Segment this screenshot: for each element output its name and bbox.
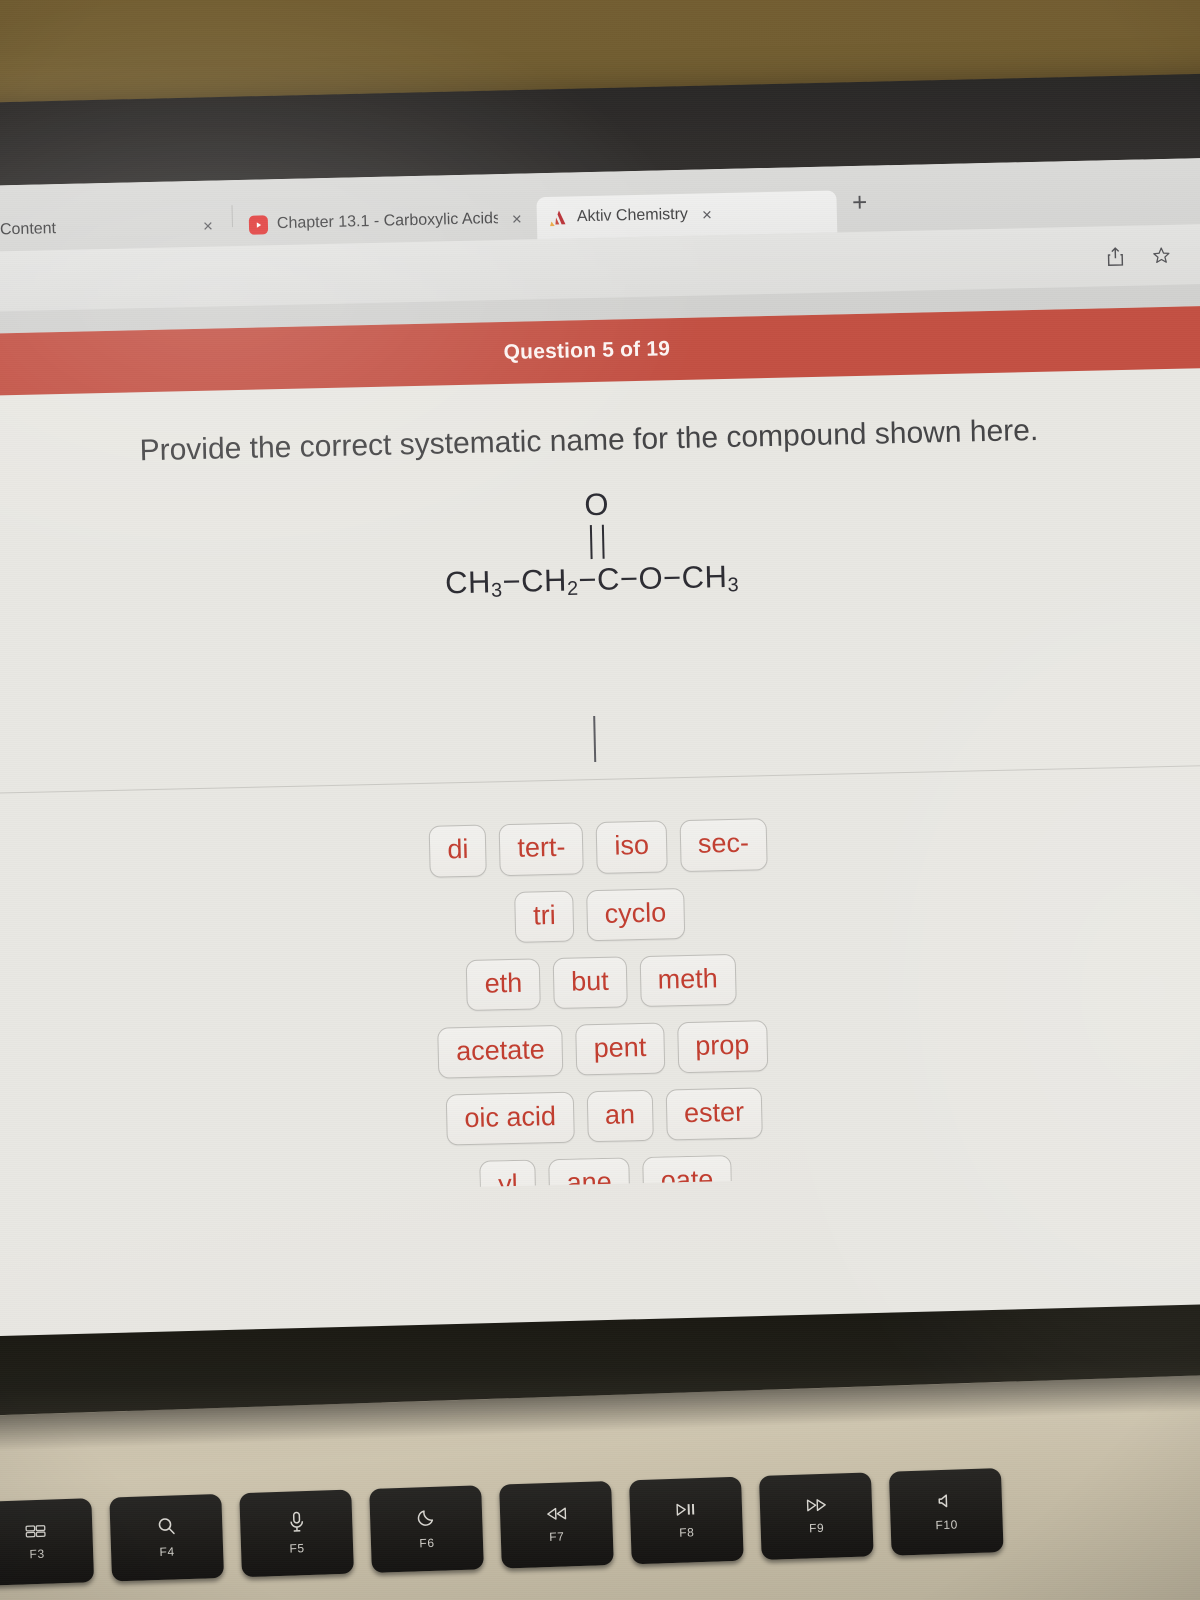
microphone-icon	[288, 1511, 304, 1532]
mute-icon	[937, 1492, 955, 1509]
token-button[interactable]: an	[586, 1089, 654, 1143]
token-button[interactable]: di	[428, 824, 488, 878]
token-bank-row: eth but meth	[466, 953, 737, 1011]
fast-forward-icon	[804, 1497, 827, 1512]
youtube-icon	[248, 214, 269, 235]
token-button[interactable]: oic acid	[445, 1091, 575, 1146]
function-key-row: F3 F4 F5 F6 F7 F8 F9 F10	[0, 1468, 1004, 1586]
function-key-f5[interactable]: F5	[239, 1489, 354, 1578]
function-key-f9[interactable]: F9	[758, 1472, 874, 1560]
tab-close-icon[interactable]: ×	[507, 208, 527, 228]
browser-tab-title: Content	[0, 220, 57, 239]
function-key-f3[interactable]: F3	[0, 1498, 95, 1586]
token-bank-row: tri cyclo	[514, 887, 685, 943]
function-key-f6[interactable]: F6	[369, 1485, 484, 1573]
token-button[interactable]: ester	[665, 1087, 763, 1141]
formula-chain: CH3−CH2−C−O−CH3	[444, 558, 740, 602]
function-key-f8[interactable]: F8	[629, 1476, 744, 1565]
new-tab-button[interactable]: +	[842, 184, 877, 219]
token-button[interactable]: tri	[514, 890, 575, 943]
double-bond-icon	[590, 524, 605, 560]
token-button[interactable]: prop	[676, 1020, 768, 1074]
token-bank-row-clipped: yl ane oate	[479, 1155, 732, 1187]
token-button[interactable]: but	[552, 956, 628, 1009]
tab-divider	[231, 205, 233, 228]
function-key-f4[interactable]: F4	[109, 1493, 225, 1582]
token-button[interactable]: sec-	[679, 818, 768, 872]
function-key-label: F8	[678, 1524, 695, 1540]
browser-chrome: Content × Chapter 13.1 - Carboxylic Acid…	[0, 157, 1200, 335]
bookmark-star-icon[interactable]	[1140, 238, 1181, 273]
function-key-label: F6	[419, 1535, 435, 1551]
token-button[interactable]: tert-	[498, 822, 585, 876]
aktiv-logo-icon	[549, 208, 568, 227]
function-key-label: F5	[289, 1541, 305, 1556]
browser-tab-title: Aktiv Chemistry	[576, 205, 689, 226]
token-bank-row: acetate pent prop	[437, 1020, 768, 1079]
text-caret	[593, 716, 597, 763]
function-key-f7[interactable]: F7	[499, 1480, 614, 1569]
token-bank-row: di tert- iso sec-	[428, 818, 768, 878]
browser-tab-title: Chapter 13.1 - Carboxylic Acids	[276, 210, 499, 233]
play-pause-icon	[675, 1502, 697, 1517]
token-button[interactable]: eth	[466, 958, 541, 1011]
function-key-f10[interactable]: F10	[888, 1468, 1004, 1556]
token-bank: di tert- iso sec- tri cyclo eth but meth…	[0, 766, 1200, 1198]
tab-close-icon[interactable]: ×	[198, 215, 218, 235]
browser-tab-aktiv[interactable]: Aktiv Chemistry ×	[536, 190, 838, 240]
photo-scene: Content × Chapter 13.1 - Carboxylic Acid…	[0, 0, 1200, 1600]
mission-control-icon	[25, 1523, 47, 1538]
quiz-page: Question 5 of 19 Provide the correct sys…	[0, 305, 1200, 1347]
token-button[interactable]: iso	[595, 820, 668, 874]
token-bank-row: oic acid an ester	[445, 1087, 763, 1146]
compound-structure-figure: O CH3−CH2−C−O−CH3	[0, 487, 1200, 615]
token-button[interactable]: pent	[575, 1022, 665, 1076]
browser-tab-chapter[interactable]: Chapter 13.1 - Carboxylic Acids ×	[236, 197, 537, 246]
token-button[interactable]: cyclo	[586, 887, 685, 941]
function-key-label: F4	[159, 1544, 175, 1559]
laptop-screen: Content × Chapter 13.1 - Carboxylic Acid…	[0, 157, 1200, 1347]
share-icon[interactable]	[1095, 239, 1136, 274]
function-key-label: F9	[808, 1520, 825, 1535]
structural-formula: O CH3−CH2−C−O−CH3	[444, 487, 740, 604]
token-button[interactable]: oate	[642, 1155, 732, 1187]
tab-close-icon[interactable]: ×	[697, 204, 717, 224]
function-key-label: F7	[549, 1529, 565, 1544]
token-button[interactable]: ane	[548, 1157, 631, 1187]
oxygen-atom-label: O	[583, 486, 610, 523]
token-button[interactable]: meth	[639, 953, 737, 1007]
token-button[interactable]: acetate	[437, 1024, 564, 1079]
search-icon	[156, 1516, 176, 1536]
rewind-icon	[544, 1506, 567, 1521]
do-not-disturb-moon-icon	[416, 1508, 436, 1528]
function-key-label: F10	[935, 1516, 959, 1532]
token-button[interactable]: yl	[479, 1159, 537, 1187]
browser-tab-content[interactable]: Content ×	[0, 204, 228, 252]
carbonyl-group: O	[583, 486, 610, 563]
question-progress-label: Question 5 of 19	[503, 337, 671, 364]
function-key-label: F3	[29, 1546, 45, 1561]
